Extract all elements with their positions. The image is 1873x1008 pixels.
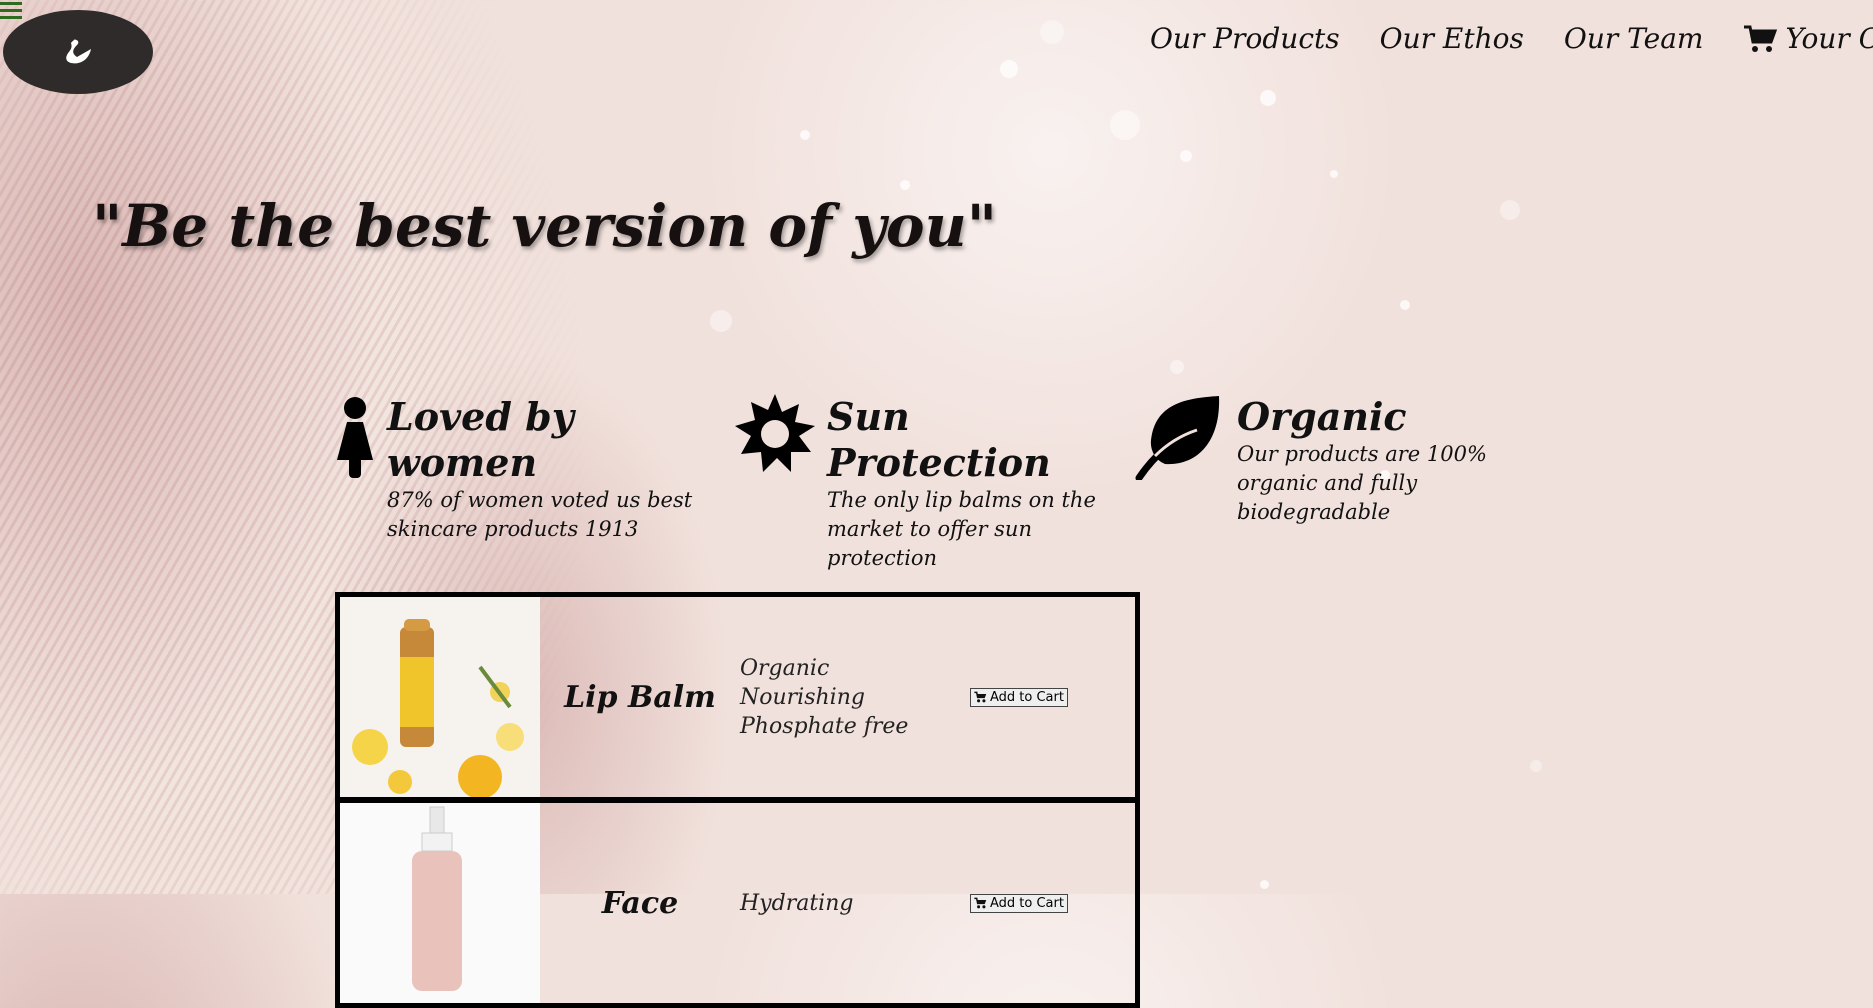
main-nav: Our Products Our Ethos Our Team Your Car…	[1150, 22, 1873, 55]
feature-loved-by-women: Loved by women 87% of women voted us bes…	[335, 394, 715, 544]
sun-icon	[735, 394, 815, 472]
swan-icon	[66, 39, 91, 64]
nav-our-team[interactable]: Our Team	[1564, 22, 1704, 55]
face-mist-image	[340, 803, 540, 1003]
product-row-lip-balm: Lip Balm Organic Nourishing Phosphate fr…	[340, 597, 1135, 803]
cart-icon	[974, 691, 987, 703]
feature-sun-protection: Sun Protection The only lip balms on the…	[735, 394, 1135, 573]
feature-description: The only lip balms on the market to offe…	[827, 488, 1096, 570]
product-feature-item: Organic	[740, 655, 830, 681]
cart-icon	[974, 897, 987, 909]
feature-description: 87% of women voted us best skincare prod…	[387, 488, 693, 541]
nav-our-ethos[interactable]: Our Ethos	[1380, 22, 1524, 55]
feature-title: Loved by women	[387, 394, 574, 485]
nav-our-products[interactable]: Our Products	[1150, 22, 1340, 55]
cart-icon	[1744, 25, 1778, 52]
product-feature-item: Nourishing	[740, 684, 865, 710]
product-features: Hydrating	[740, 889, 970, 918]
product-name: Face	[601, 885, 679, 921]
feature-title: Sun Protection	[827, 394, 1051, 485]
product-name: Lip Balm	[564, 679, 716, 715]
add-to-cart-button[interactable]: Add to Cart	[970, 893, 1068, 913]
feature-organic: Organic Our products are 100% organic an…	[1135, 394, 1535, 527]
lip-balm-image	[340, 597, 540, 797]
nav-your-cart[interactable]: Your Cart	[1743, 22, 1873, 55]
hamburger-menu-icon[interactable]	[0, 2, 22, 23]
feature-title: Organic	[1237, 394, 1407, 439]
product-row-face: Face Hydrating Add to Cart	[340, 803, 1135, 1003]
woman-icon	[337, 397, 373, 478]
add-to-cart-button[interactable]: Add to Cart	[970, 687, 1068, 707]
product-feature-item: Phosphate free	[740, 713, 909, 739]
hero-tagline: "Be the best version of you"	[92, 192, 997, 260]
product-table: Lip Balm Organic Nourishing Phosphate fr…	[335, 592, 1140, 1008]
product-features: Organic Nourishing Phosphate free	[740, 654, 970, 741]
leaf-icon	[1135, 396, 1220, 480]
logo[interactable]	[3, 10, 153, 94]
product-feature-item: Hydrating	[740, 890, 854, 916]
feature-description: Our products are 100% organic and fully …	[1237, 442, 1487, 524]
